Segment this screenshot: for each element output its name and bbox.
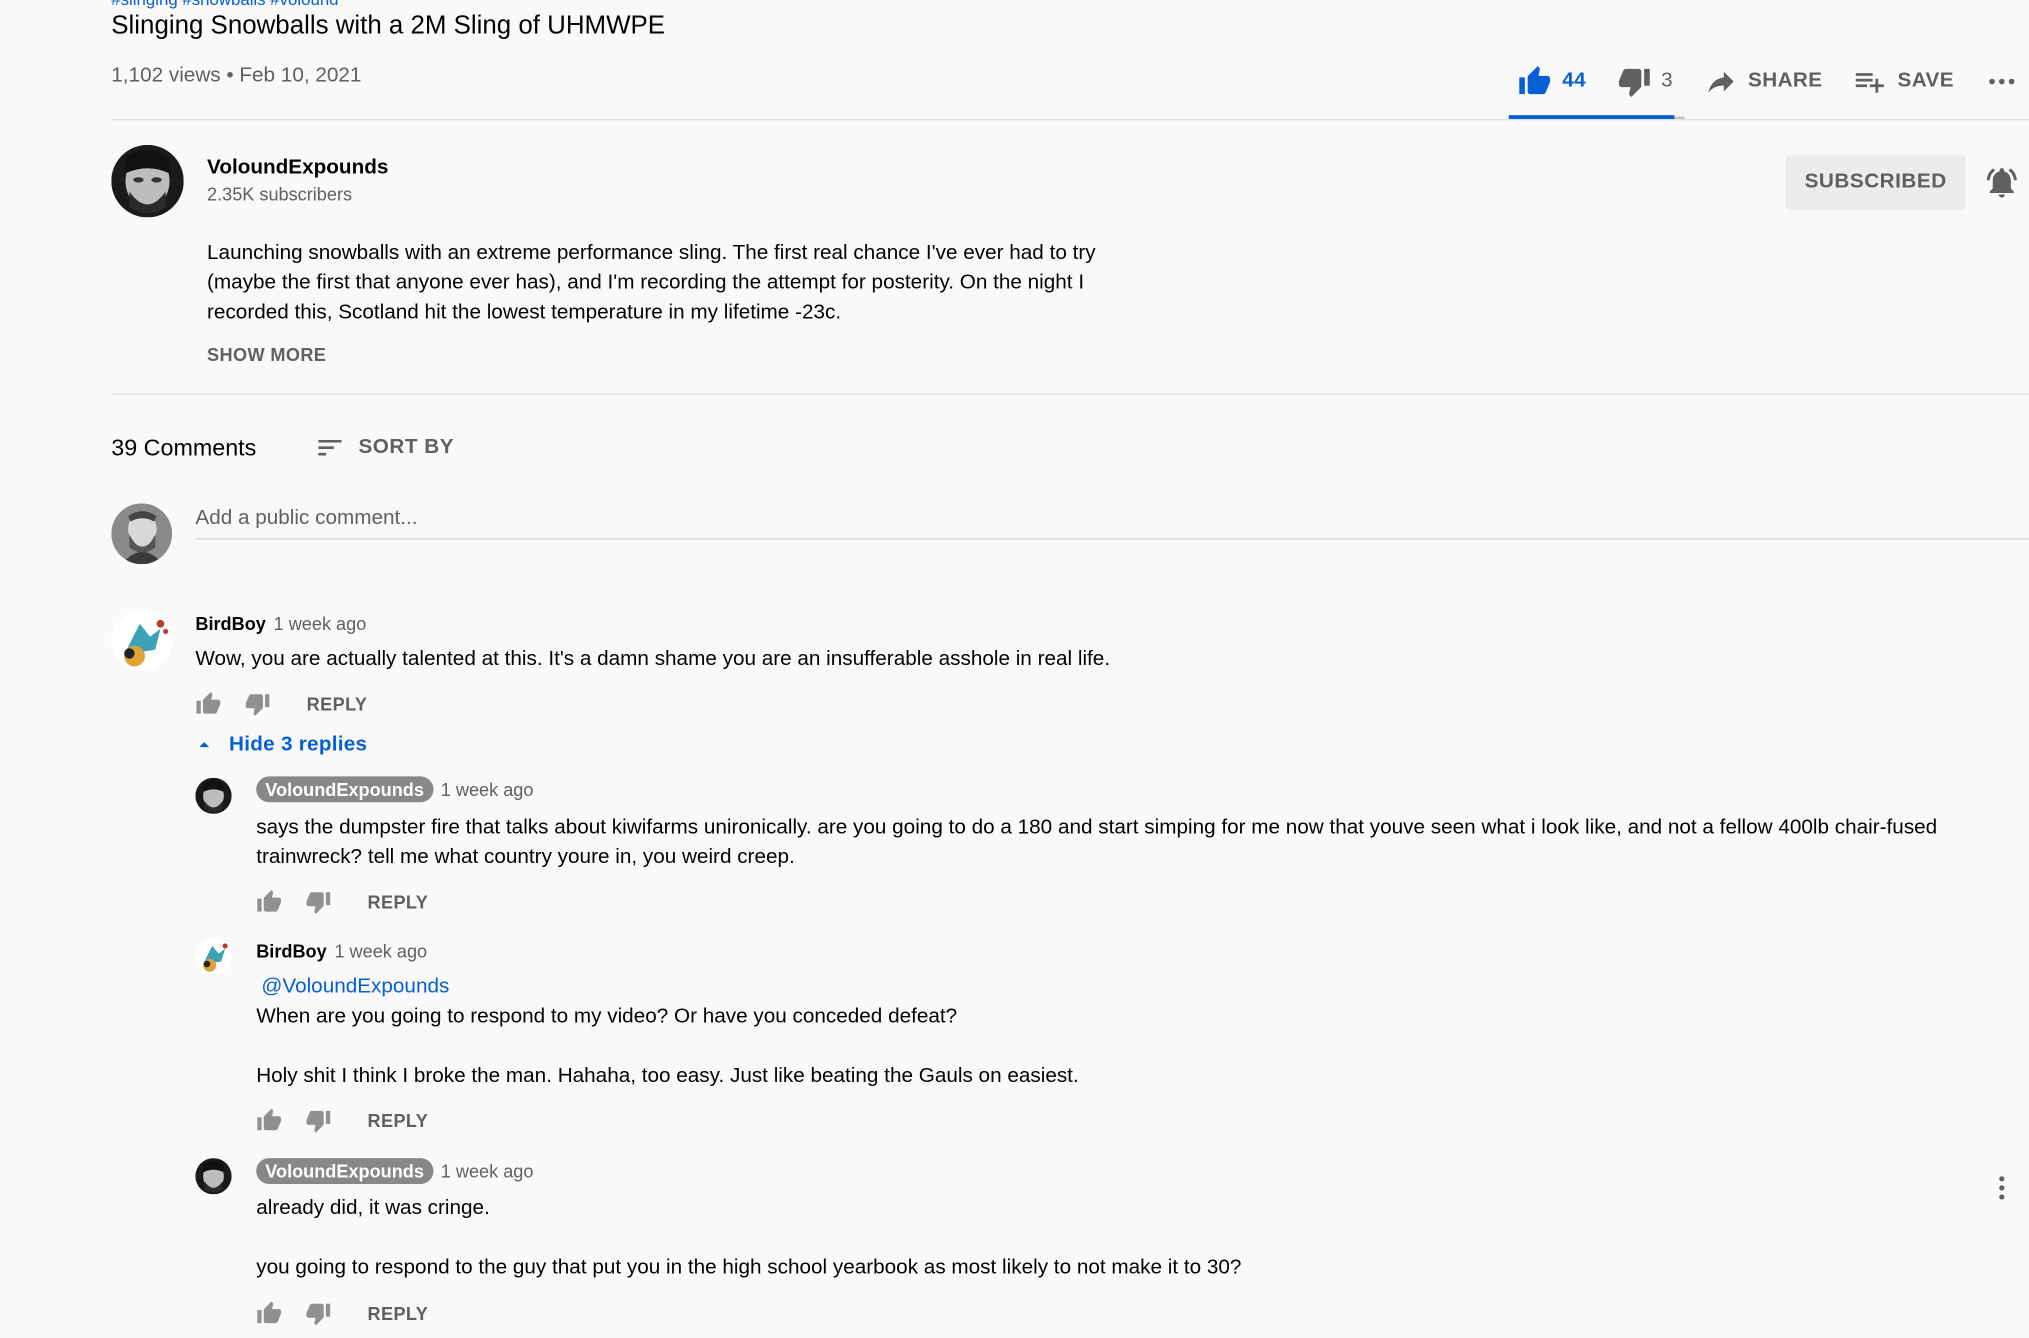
reply-toolbar: REPLY [256, 1108, 428, 1134]
more-actions-button[interactable] [1969, 65, 2029, 99]
reply-toolbar: REPLY [256, 889, 428, 915]
thumb-down-icon [1617, 65, 1651, 99]
reply-button[interactable]: REPLY [367, 1110, 428, 1131]
reply-button[interactable]: REPLY [367, 1303, 428, 1324]
like-count: 44 [1562, 69, 1587, 92]
video-actions-bar: 44 3 SHARE SAVE [1503, 62, 2029, 101]
video-title: Slinging Snowballs with a 2M Sling of UH… [111, 11, 666, 41]
comment-toolbar: REPLY [195, 691, 367, 717]
save-label: SAVE [1897, 69, 1954, 92]
reply-author-badge[interactable]: VoloundExpounds [256, 1158, 434, 1185]
reply-author-avatar[interactable] [195, 938, 232, 975]
channel-name[interactable]: VoloundExpounds [207, 157, 388, 180]
sort-by-label: SORT BY [358, 436, 455, 459]
thumb-down-icon[interactable] [245, 691, 271, 717]
channel-avatar[interactable] [111, 144, 184, 218]
bird-avatar-image [111, 610, 173, 672]
video-views-date: 1,102 views • Feb 10, 2021 [111, 64, 362, 87]
reply-header: BirdBoy 1 week ago [256, 941, 427, 962]
reply-button[interactable]: REPLY [307, 694, 368, 715]
reply-text-line: Holy shit I think I broke the man. Hahah… [256, 1064, 1079, 1087]
reply-text: says the dumpster fire that talks about … [256, 816, 1938, 869]
reply-text-line: you going to respond to the guy that put… [256, 1256, 1242, 1279]
reply-author-avatar[interactable] [195, 777, 232, 814]
share-button[interactable]: SHARE [1689, 65, 1838, 99]
subscribed-button[interactable]: SUBSCRIBED [1785, 155, 1966, 210]
reply-time[interactable]: 1 week ago [334, 941, 427, 962]
share-arrow-icon [1708, 71, 1734, 93]
playlist-add-icon [1856, 73, 1885, 93]
reply-header: VoloundExpounds 1 week ago [256, 776, 534, 803]
reply-time[interactable]: 1 week ago [441, 1161, 534, 1182]
like-button[interactable]: 44 [1503, 65, 1602, 99]
thumb-up-icon [1518, 65, 1552, 99]
bell-icon[interactable] [1984, 164, 2020, 200]
comment-header: BirdBoy 1 week ago [195, 613, 366, 634]
channel-avatar-image [195, 1158, 232, 1195]
watch-page: #slinging #snowballs #volound Slinging S… [0, 0, 2029, 1338]
hide-replies-label: Hide 3 replies [229, 733, 368, 756]
subscriber-count: 2.35K subscribers [207, 183, 353, 205]
thumb-down-icon[interactable] [305, 889, 331, 915]
reply-text-line: When are you going to respond to my vide… [256, 1005, 958, 1028]
user-avatar-image [111, 503, 173, 565]
more-vert-icon[interactable] [1990, 1172, 2013, 1203]
reply-text-block: already did, it was cringe. you going to… [256, 1193, 1938, 1282]
channel-avatar-image [195, 777, 232, 814]
thumb-down-icon[interactable] [305, 1300, 331, 1326]
thumb-up-icon[interactable] [256, 889, 282, 915]
save-button[interactable]: SAVE [1838, 65, 1969, 99]
reply-toolbar: REPLY [256, 1300, 428, 1326]
add-comment-input[interactable]: Add a public comment... [195, 502, 2029, 540]
video-hashtags[interactable]: #slinging #snowballs #volound [111, 0, 338, 9]
thumb-up-icon[interactable] [256, 1108, 282, 1134]
comment-time[interactable]: 1 week ago [274, 613, 367, 634]
comment-author-avatar[interactable] [111, 610, 173, 672]
video-description: Launching snowballs with an extreme perf… [207, 241, 1096, 324]
sort-by-button[interactable]: SORT BY [314, 432, 454, 463]
hide-replies-button[interactable]: Hide 3 replies [195, 734, 367, 757]
divider [111, 393, 2029, 395]
reply-author[interactable]: BirdBoy [256, 941, 326, 962]
dislike-button[interactable]: 3 [1602, 65, 1689, 99]
reply-author-avatar[interactable] [195, 1158, 232, 1195]
show-more-button[interactable]: SHOW MORE [207, 344, 326, 365]
thumb-down-icon[interactable] [305, 1108, 331, 1134]
reply-button[interactable]: REPLY [367, 892, 428, 913]
more-horiz-icon [1989, 78, 2015, 85]
share-label: SHARE [1748, 69, 1823, 92]
comment-author[interactable]: BirdBoy [195, 613, 265, 634]
reply-time[interactable]: 1 week ago [441, 779, 534, 800]
reply-author-badge[interactable]: VoloundExpounds [256, 776, 434, 803]
dislike-count: 3 [1661, 69, 1674, 92]
reply-text-block: @VoloundExpounds When are you going to r… [256, 972, 1977, 1091]
comments-count: 39 Comments [111, 434, 257, 461]
divider [111, 119, 2029, 121]
reply-header: VoloundExpounds 1 week ago [256, 1158, 534, 1185]
user-mention-link[interactable]: @VoloundExpounds [256, 972, 1977, 1002]
comment-text: Wow, you are actually talented at this. … [195, 648, 1111, 671]
reply-text-line: already did, it was cringe. [256, 1196, 490, 1219]
channel-avatar-image [111, 144, 184, 218]
thumb-up-icon[interactable] [195, 691, 221, 717]
thumb-up-icon[interactable] [256, 1300, 282, 1326]
sort-icon [318, 439, 342, 456]
user-avatar[interactable] [111, 503, 173, 565]
chevron-up-icon [199, 742, 210, 748]
bird-avatar-image [195, 938, 232, 975]
